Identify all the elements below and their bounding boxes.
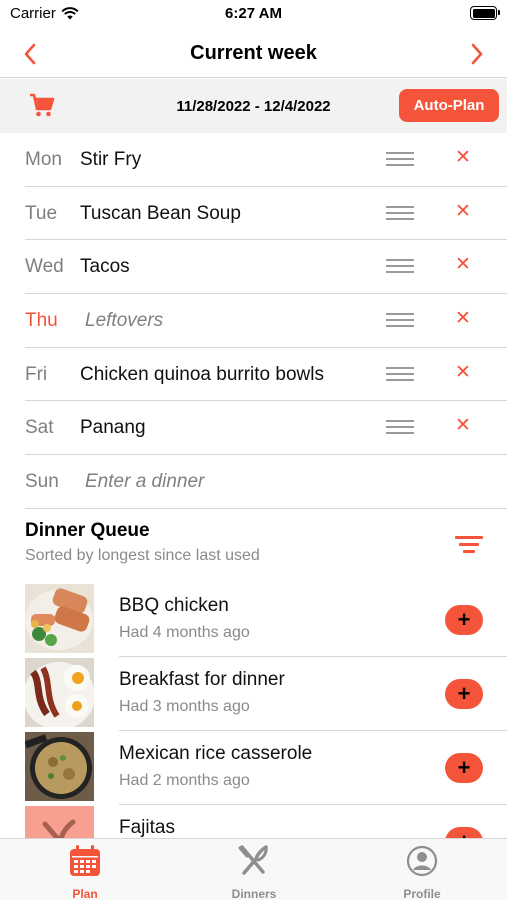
day-row-wed[interactable]: Wed Tacos ✕ <box>25 240 507 295</box>
remove-icon[interactable]: ✕ <box>454 201 472 223</box>
add-to-plan-button[interactable]: + <box>445 827 483 838</box>
dinner-queue-title: Dinner Queue <box>25 520 150 541</box>
queue-item-last-used: Had 3 months ago <box>119 698 250 715</box>
drag-handle-icon[interactable] <box>386 205 414 222</box>
week-days-list: Mon Stir Fry ✕ Tue Tuscan Bean Soup ✕ Wed Tacos… <box>25 133 507 509</box>
bbq-chicken-photo <box>25 584 94 653</box>
day-label: Tue <box>25 202 58 224</box>
chevron-right-icon[interactable] <box>463 40 491 68</box>
fork-knife-placeholder <box>25 806 94 838</box>
day-label: Wed <box>25 256 64 278</box>
day-row-fri[interactable]: Fri Chicken quinoa burrito bowls ✕ <box>25 348 507 402</box>
add-to-plan-button[interactable]: + <box>445 605 483 635</box>
dinner-queue-header: Dinner Queue Sorted by longest since las… <box>25 520 495 565</box>
day-label: Sat <box>25 417 54 439</box>
battery-icon <box>470 6 500 20</box>
dinner-name[interactable]: Tuscan Bean Soup <box>80 203 241 225</box>
drag-handle-icon[interactable] <box>386 420 414 436</box>
queue-item-name: BBQ chicken <box>119 595 229 616</box>
fork-knife-icon <box>237 844 271 878</box>
tab-plan-label: Plan <box>72 887 98 900</box>
tab-bar: Plan Dinners Profile <box>0 838 507 900</box>
dinner-name[interactable]: Stir Fry <box>80 149 141 171</box>
queue-item-text: Breakfast for dinner Had 3 months ago + <box>119 658 507 731</box>
drag-handle-icon[interactable] <box>386 313 414 329</box>
day-label: Thu <box>25 310 58 332</box>
queue-item-text: Fajitas + <box>119 806 507 838</box>
day-label: Fri <box>25 363 48 385</box>
dinner-name[interactable]: Tacos <box>80 256 130 278</box>
add-to-plan-button[interactable]: + <box>445 679 483 709</box>
add-to-plan-button[interactable]: + <box>445 753 483 783</box>
status-time: 6:27 AM <box>225 5 282 22</box>
day-row-sat[interactable]: Sat Panang ✕ <box>25 401 507 456</box>
calendar-icon <box>68 844 102 878</box>
tab-dinners-label: Dinners <box>231 887 277 900</box>
day-label: Mon <box>25 149 62 170</box>
profile-icon <box>405 844 439 878</box>
queue-item-last-used: Had 4 months ago <box>119 624 250 641</box>
tab-plan[interactable]: Plan <box>35 844 135 900</box>
queue-item[interactable]: Mexican rice casserole Had 2 months ago + <box>0 732 507 805</box>
remove-icon[interactable]: ✕ <box>454 415 472 437</box>
drag-handle-icon[interactable] <box>386 152 414 168</box>
tab-profile[interactable]: Profile <box>372 844 472 900</box>
day-row-tue[interactable]: Tue Tuscan Bean Soup ✕ <box>25 187 507 241</box>
day-row-sun[interactable]: Sun Enter a dinner <box>25 455 507 509</box>
queue-item-name: Fajitas <box>119 817 175 838</box>
queue-item[interactable]: Breakfast for dinner Had 3 months ago + <box>0 658 507 731</box>
filter-icon[interactable] <box>455 536 483 556</box>
drag-handle-icon[interactable] <box>386 259 414 275</box>
nav-bar: Current week <box>0 30 507 78</box>
drag-handle-icon[interactable] <box>386 366 414 383</box>
tab-profile-label: Profile <box>403 887 441 900</box>
remove-icon[interactable]: ✕ <box>454 362 472 384</box>
queue-item-name: Breakfast for dinner <box>119 669 285 690</box>
remove-icon[interactable]: ✕ <box>454 308 472 330</box>
day-row-mon[interactable]: Mon Stir Fry ✕ <box>25 133 507 187</box>
queue-item-text: Mexican rice casserole Had 2 months ago + <box>119 732 507 805</box>
day-label: Sun <box>25 471 59 493</box>
queue-item[interactable]: Fajitas + <box>0 806 507 838</box>
week-bar: 11/28/2022 - 12/4/2022 Auto-Plan <box>0 79 507 133</box>
queue-item[interactable]: BBQ chicken Had 4 months ago + <box>0 584 507 657</box>
auto-plan-button[interactable]: Auto-Plan <box>399 89 499 122</box>
remove-icon[interactable]: ✕ <box>454 254 472 276</box>
dinner-input[interactable]: Enter a dinner <box>85 471 204 493</box>
remove-icon[interactable]: ✕ <box>454 147 472 169</box>
queue-item-last-used: Had 2 months ago <box>119 772 250 789</box>
queue-item-name: Mexican rice casserole <box>119 743 313 764</box>
dinner-name[interactable]: Chicken quinoa burrito bowls <box>80 364 324 386</box>
dinner-queue-subtitle: Sorted by longest since last used <box>25 547 260 564</box>
queue-item-text: BBQ chicken Had 4 months ago + <box>119 584 507 657</box>
status-bar: Carrier 6:27 AM <box>0 0 507 30</box>
page-title: Current week <box>190 42 317 64</box>
day-row-thu[interactable]: Thu Leftovers ✕ <box>25 294 507 348</box>
dinner-name[interactable]: Leftovers <box>85 310 163 332</box>
dinner-name[interactable]: Panang <box>80 417 146 439</box>
breakfast-photo <box>25 658 94 727</box>
dinner-queue-list: BBQ chicken Had 4 months ago + Breakfast fo… <box>0 584 507 838</box>
casserole-photo <box>25 732 94 801</box>
tab-dinners[interactable]: Dinners <box>204 844 304 900</box>
